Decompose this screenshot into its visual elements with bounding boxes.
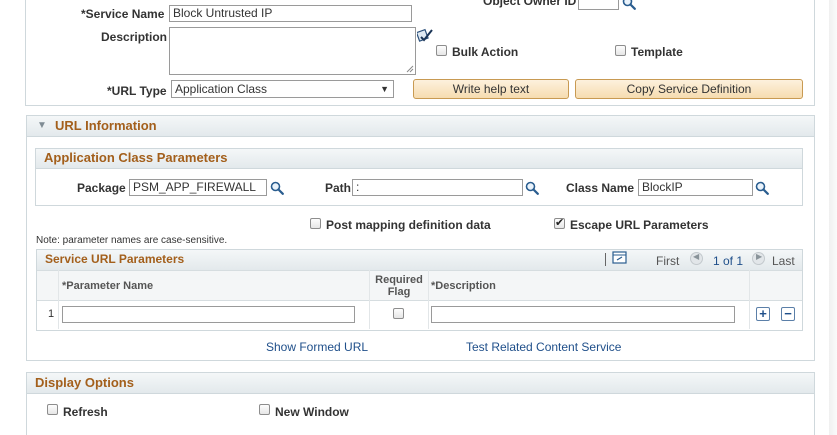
grid-col-sep <box>749 270 750 329</box>
write-help-text-button[interactable]: Write help text <box>413 79 569 99</box>
class-name-label: Class Name <box>566 181 635 195</box>
bulk-action-label: Bulk Action <box>452 45 519 59</box>
magnifier-icon[interactable] <box>270 181 284 195</box>
url-type-value: Application Class <box>175 82 268 96</box>
grid-title: Service URL Parameters <box>45 252 185 266</box>
col-parameter-name[interactable]: *Parameter Name <box>62 280 153 292</box>
new-window-label: New Window <box>275 405 349 419</box>
refresh-checkbox[interactable] <box>47 404 58 415</box>
service-name-label: *Service Name <box>81 7 165 21</box>
nav-first: First <box>656 254 680 268</box>
template-label: Template <box>631 45 683 59</box>
post-mapping-label: Post mapping definition data <box>326 218 491 232</box>
path-label: Path <box>325 181 352 195</box>
magnifier-icon[interactable] <box>622 0 636 10</box>
grid-divider <box>605 253 606 266</box>
previous-icon[interactable]: ◀ <box>690 252 703 265</box>
page-edge <box>829 0 837 435</box>
parameter-description-input[interactable] <box>431 306 735 323</box>
package-input[interactable]: PSM_APP_FIREWALL <box>129 179 267 196</box>
grid-col-sep <box>58 270 59 329</box>
display-options-section: Display Options <box>26 372 815 435</box>
grid-personalize-icon[interactable] <box>612 251 628 265</box>
show-formed-url-link[interactable]: Show Formed URL <box>266 340 368 354</box>
description-textarea[interactable] <box>169 27 416 75</box>
grid-col-sep <box>369 270 370 329</box>
display-options-header: Display Options <box>27 373 814 394</box>
url-information-header[interactable]: ▼ URL Information <box>27 116 814 137</box>
copy-service-definition-button[interactable]: Copy Service Definition <box>575 79 803 99</box>
description-label: Description <box>101 30 168 44</box>
app-class-params-title: Application Class Parameters <box>44 150 228 165</box>
nav-last: Last <box>772 254 795 268</box>
case-sensitive-note: Note: parameter names are case-sensitive… <box>36 235 228 246</box>
url-type-label: *URL Type <box>107 84 167 98</box>
new-window-checkbox[interactable] <box>259 404 270 415</box>
escape-url-label: Escape URL Parameters <box>570 218 709 232</box>
triangle-down-icon[interactable]: ▼ <box>37 116 47 136</box>
object-owner-label: Object Owner ID <box>483 0 577 8</box>
template-checkbox[interactable] <box>615 45 626 56</box>
parameter-name-input[interactable] <box>62 306 355 323</box>
minus-icon[interactable]: − <box>781 307 795 321</box>
resize-handle-icon[interactable] <box>406 65 414 73</box>
plus-icon[interactable]: + <box>756 307 770 321</box>
required-flag-checkbox[interactable] <box>393 308 404 319</box>
row-number: 1 <box>48 308 55 320</box>
url-information-title: URL Information <box>55 118 157 133</box>
object-owner-input[interactable] <box>578 0 619 10</box>
refresh-label: Refresh <box>63 405 108 419</box>
service-name-input[interactable]: Block Untrusted IP <box>169 5 412 22</box>
next-icon[interactable]: ▶ <box>752 252 765 265</box>
path-input[interactable]: : <box>352 179 523 196</box>
escape-url-checkbox[interactable] <box>554 216 565 229</box>
class-name-input[interactable]: BlockIP <box>638 179 753 196</box>
grid-col-sep <box>428 270 429 329</box>
display-options-title: Display Options <box>35 375 134 390</box>
url-type-select[interactable]: Application Class ▼ <box>171 80 394 98</box>
magnifier-icon[interactable] <box>755 181 769 195</box>
magnifier-icon[interactable] <box>525 181 539 195</box>
col-required-flag[interactable]: Required Flag <box>372 274 426 298</box>
post-mapping-checkbox[interactable] <box>310 218 321 229</box>
test-related-content-link[interactable]: Test Related Content Service <box>466 340 621 354</box>
bulk-action-checkbox[interactable] <box>436 45 447 56</box>
spell-check-icon[interactable] <box>417 28 433 44</box>
package-label: Package <box>77 181 126 195</box>
col-description[interactable]: *Description <box>431 280 496 292</box>
chevron-down-icon: ▼ <box>380 84 389 94</box>
nav-count: 1 of 1 <box>713 254 744 268</box>
